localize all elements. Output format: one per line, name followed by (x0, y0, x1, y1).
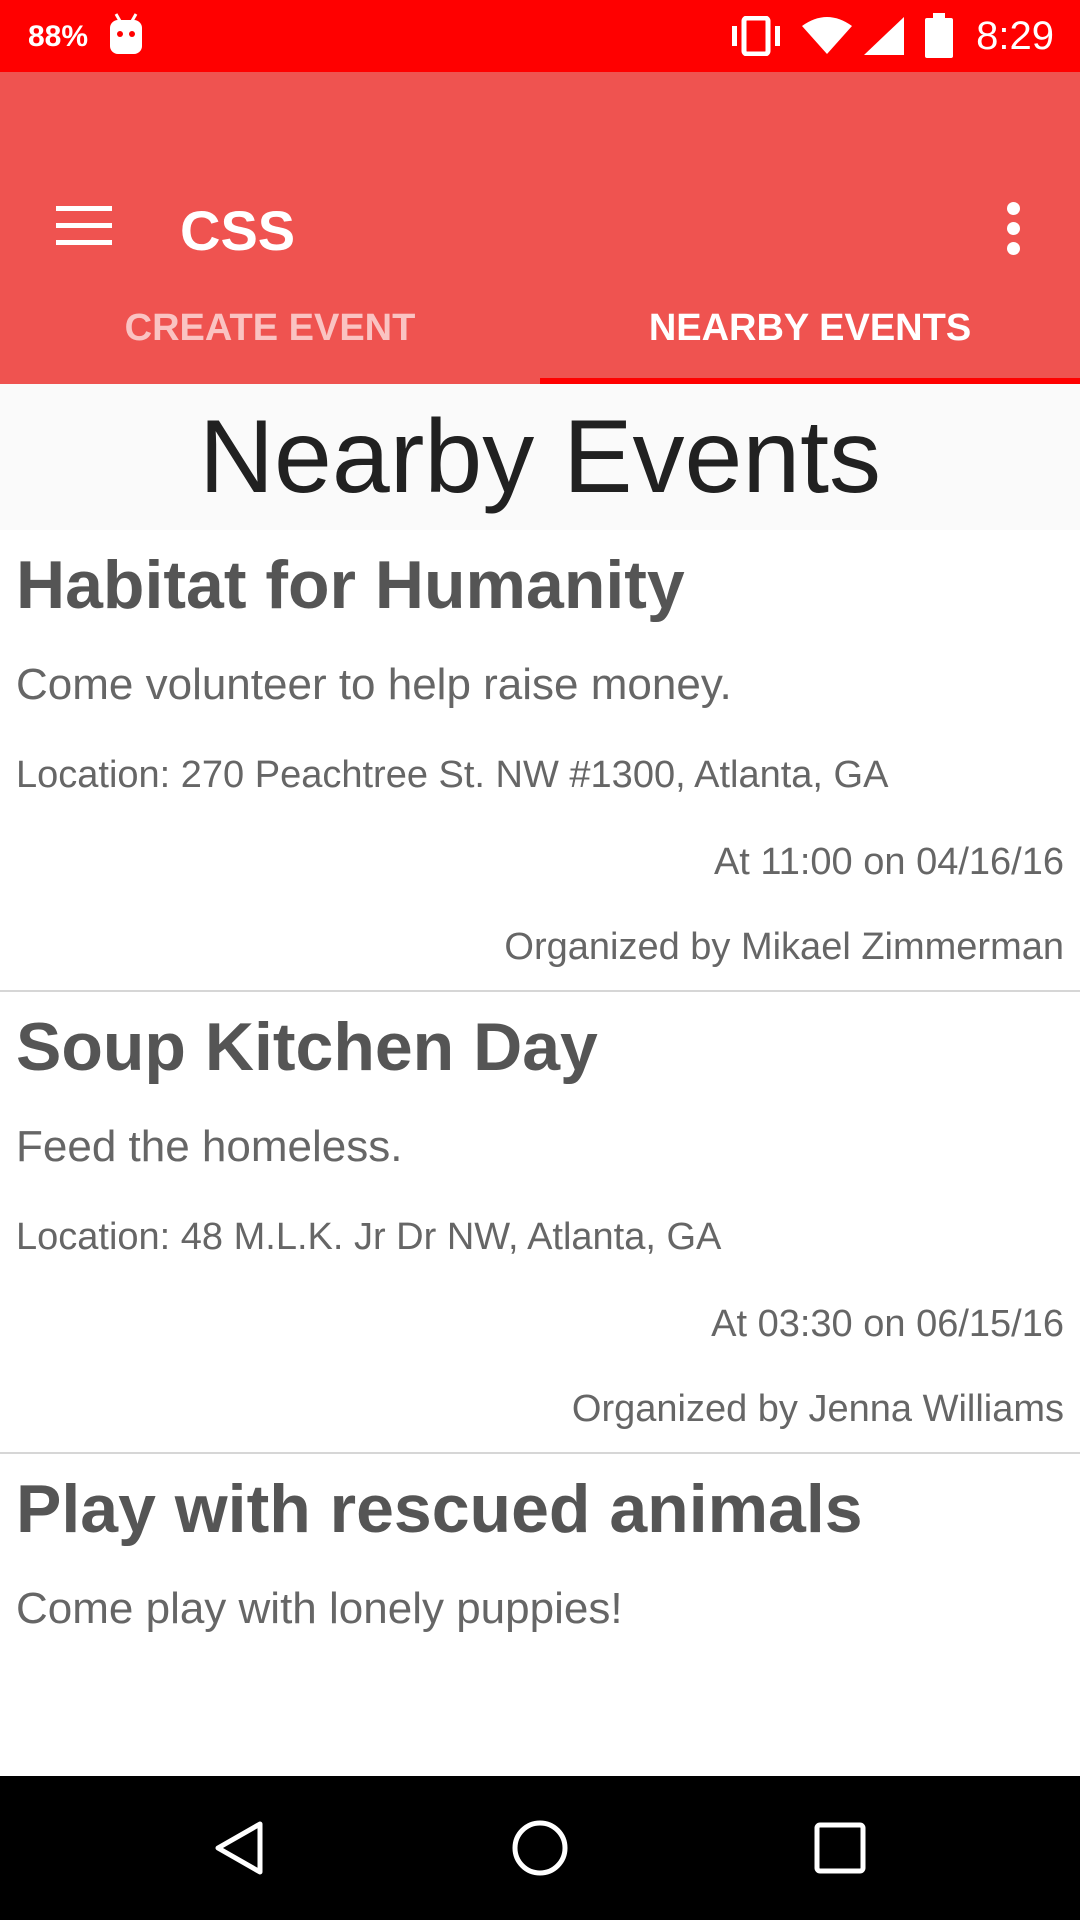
event-location: Location: 270 Peachtree St. NW #1300, At… (16, 754, 889, 796)
event-title: Play with rescued animals (16, 1471, 863, 1547)
wifi-icon (802, 17, 853, 54)
event-card[interactable]: Soup Kitchen Day Feed the homeless. Loca… (0, 992, 1080, 1454)
event-card[interactable]: Play with rescued animals Come play with… (0, 1454, 1080, 1654)
app-title: CSS (180, 199, 296, 262)
tab-create-event[interactable]: CREATE EVENT (0, 272, 540, 384)
system-nav-bar (0, 1776, 1080, 1920)
back-icon[interactable] (210, 1818, 270, 1878)
event-title: Soup Kitchen Day (16, 1009, 598, 1085)
battery-percent: 88% (28, 20, 89, 53)
event-title: Habitat for Humanity (16, 547, 685, 623)
event-list-scroll[interactable]: Nearby Events Habitat for Humanity Come … (0, 384, 1080, 1776)
hamburger-menu-icon[interactable] (56, 206, 112, 246)
event-time: At 03:30 on 06/15/16 (711, 1303, 1064, 1345)
clock: 8:29 (976, 13, 1054, 58)
recents-icon[interactable] (810, 1818, 870, 1878)
event-description: Feed the homeless. (16, 1122, 403, 1171)
event-description: Come volunteer to help raise money. (16, 660, 732, 709)
event-time: At 11:00 on 04/16/16 (713, 841, 1064, 883)
tab-label: CREATE EVENT (124, 306, 416, 349)
home-icon[interactable] (510, 1818, 570, 1878)
tab-label: NEARBY EVENTS (648, 306, 972, 349)
event-location: Location: 48 M.L.K. Jr Dr NW, Atlanta, G… (16, 1216, 722, 1258)
signal-icon (864, 17, 905, 55)
event-card[interactable]: Habitat for Humanity Come volunteer to h… (0, 530, 1080, 992)
tab-nearby-events[interactable]: NEARBY EVENTS (540, 272, 1080, 384)
page-title: Nearby Events (0, 384, 1080, 530)
more-vert-icon[interactable] (1000, 202, 1028, 255)
status-icons: 8:29 (728, 0, 1054, 72)
battery-icon (925, 13, 954, 58)
android-debug-icon (110, 13, 142, 54)
tab-bar: CREATE EVENT NEARBY EVENTS (0, 272, 1080, 384)
event-organizer: Organized by Jenna Williams (571, 1388, 1064, 1430)
status-bar: 88% 8:29 (0, 0, 1080, 72)
vibrate-icon (732, 16, 781, 56)
event-description: Come play with lonely puppies! (16, 1584, 623, 1633)
event-organizer: Organized by Mikael Zimmerman (504, 926, 1064, 968)
